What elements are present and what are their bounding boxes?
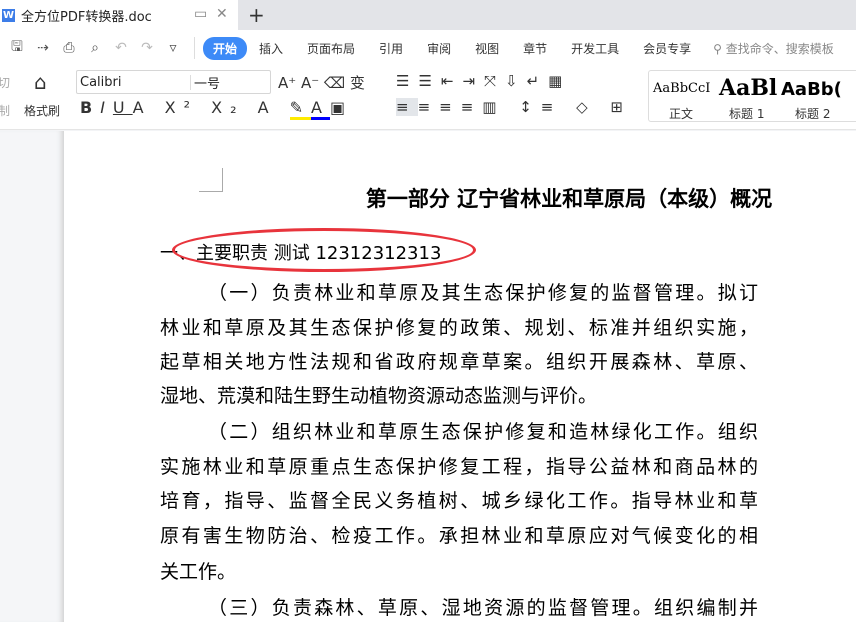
font-color-icon: A (311, 98, 330, 120)
font-grow-icon[interactable]: A⁺ A⁻ ⌫ 变 (278, 72, 365, 93)
close-tab-icon[interactable]: ✕ (216, 6, 228, 22)
document-title: 第一部分 辽宁省林业和草原局（本级）概况 (365, 186, 773, 211)
paragraph-line: 起草相关地方性法规和省政府规章草案。组织开展森林、草原、 (160, 351, 758, 373)
undo-icon[interactable]: ↶ (108, 40, 134, 56)
save-icon[interactable]: 🖫 (4, 36, 30, 60)
paragraph-icons-bottom[interactable]: ≡≡≡≡▥ ↕≡ ◇ ⊞ (396, 98, 632, 116)
font-size-select[interactable]: 一号 (191, 73, 220, 92)
redo-icon[interactable]: ↷ (134, 40, 160, 56)
export-icon[interactable]: ⇢ (30, 40, 56, 56)
paragraph-line: （三）负责森林、草原、湿地资源的监督管理。组织编制并 (208, 597, 758, 619)
search-icon: ⚲ (713, 41, 726, 56)
paragraph-line: 培育，指导、监督全民义务植树、城乡绿化工作。指导林业和草 (160, 490, 758, 512)
format-painter-icon: ⌂ (34, 70, 47, 94)
margin-corner-mark (199, 168, 223, 192)
menu-bar: 🖫 ⇢ ⎙ ⌕ ↶ ↷ ▿ 开始 插入 页面布局 引用 审阅 视图 章节 开发工… (0, 30, 856, 66)
paragraph-line: （二）组织林业和草原生态保护修复和造林绿化工作。组织 (208, 421, 758, 443)
style-gallery: AaBbCcI 正文 AaBl 标题 1 AaBb( 标题 2 (648, 70, 856, 122)
document-tab[interactable]: W 全方位PDF转换器.doc ▭ ✕ (0, 0, 238, 30)
font-format-icons[interactable]: BIUA X² X₂ A ✎A▣ (80, 98, 353, 120)
style-normal-label[interactable]: 正文 (669, 105, 693, 122)
style-heading1-label[interactable]: 标题 1 (729, 105, 764, 122)
print-preview-icon[interactable]: ⌕ (82, 40, 108, 56)
print-icon[interactable]: ⎙ (56, 40, 82, 56)
more-icon[interactable]: ▿ (160, 40, 186, 56)
paragraph-line: 实施林业和草原重点生态保护修复工程，指导公益林和商品林的 (160, 456, 758, 478)
copy-button[interactable]: 复制 (0, 102, 10, 119)
ribbon-toolbar: 剪切 复制 ⌂ 格式刷 Calibri 一号 A⁺ A⁻ ⌫ 变 BIUA X²… (0, 66, 856, 130)
format-painter-button[interactable]: 格式刷 (24, 102, 60, 119)
red-ellipse-annotation (172, 228, 476, 272)
paragraph-line: （一）负责林业和草原及其生态保护修复的监督管理。拟订 (208, 282, 758, 304)
menu-page-layout[interactable]: 页面布局 (295, 40, 367, 57)
new-tab-button[interactable]: + (248, 3, 265, 27)
paragraph-line: 林业和草原及其生态保护修复的政策、规划、标准并组织实施， (160, 317, 758, 339)
tab-bar: W 全方位PDF转换器.doc ▭ ✕ + (0, 0, 856, 30)
menu-home[interactable]: 开始 (203, 36, 248, 60)
font-name-select[interactable]: Calibri (77, 74, 191, 90)
italic-icon: I (100, 98, 113, 117)
style-heading1-preview[interactable]: AaBl (719, 75, 777, 101)
document-tab-title: 全方位PDF转换器.doc (21, 9, 152, 25)
bold-icon: B (80, 98, 101, 117)
font-selector[interactable]: Calibri 一号 (76, 70, 271, 94)
document-page[interactable]: 第一部分 辽宁省林业和草原局（本级）概况 一、主要职责 测试 123123123… (64, 131, 856, 622)
wps-writer-icon: W (2, 8, 15, 22)
paragraph-line: 原有害生物防治、检疫工作。承担林业和草原应对气候变化的相 (160, 525, 758, 547)
style-normal-preview[interactable]: AaBbCcI (653, 81, 710, 96)
style-heading2-preview[interactable]: AaBb( (781, 79, 842, 100)
cut-button[interactable]: 剪切 (0, 74, 10, 91)
menu-view[interactable]: 视图 (463, 40, 511, 57)
align-left-icon: ≡ (396, 98, 418, 116)
menu-insert[interactable]: 插入 (247, 40, 295, 57)
menu-member[interactable]: 会员专享 (631, 40, 703, 57)
left-margin-area (0, 131, 64, 622)
paragraph-line: 湿地、荒漠和陆生野生动植物资源动态监测与评价。 (160, 385, 598, 407)
restore-icon[interactable]: ▭ (194, 6, 207, 22)
menu-references[interactable]: 引用 (367, 40, 415, 57)
paragraph-line: 关工作。 (160, 561, 237, 583)
menu-section[interactable]: 章节 (511, 40, 559, 57)
command-search[interactable]: ⚲ 查找命令、搜索模板 (713, 40, 834, 57)
menu-developer[interactable]: 开发工具 (559, 40, 631, 57)
separator (194, 37, 195, 59)
style-heading2-label[interactable]: 标题 2 (795, 105, 830, 122)
highlight-icon: ✎ (289, 98, 312, 120)
menu-review[interactable]: 审阅 (415, 40, 463, 57)
underline-icon: U (112, 98, 133, 117)
paragraph-icons-top[interactable]: ☰☰⇤⇥⤧⇩↵▦ (396, 72, 571, 90)
